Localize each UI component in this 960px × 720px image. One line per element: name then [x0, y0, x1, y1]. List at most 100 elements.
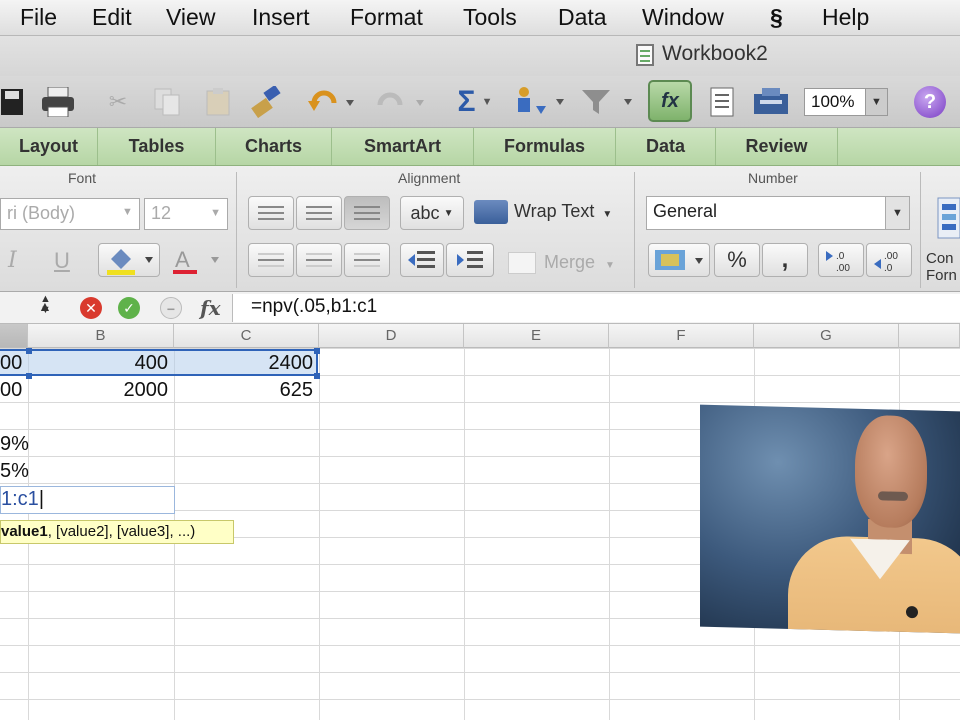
- menu-insert[interactable]: Insert: [252, 4, 310, 31]
- formula-builder-icon[interactable]: fx: [648, 80, 692, 122]
- accept-icon[interactable]: ✓: [118, 297, 140, 319]
- help-icon[interactable]: ?: [914, 86, 946, 118]
- menu-file[interactable]: File: [20, 4, 57, 31]
- align-middle-button[interactable]: [296, 196, 342, 230]
- editing-text: 1:c1: [1, 488, 39, 510]
- redo-icon[interactable]: [370, 84, 426, 120]
- active-cell-editor[interactable]: 1:c1|: [0, 486, 175, 514]
- text-orientation-button[interactable]: abc ▼: [400, 196, 464, 230]
- name-box-stepper-icon[interactable]: ▲ ▼: [40, 294, 51, 316]
- format-painter-icon[interactable]: [246, 84, 286, 120]
- menu-edit[interactable]: Edit: [92, 4, 132, 31]
- cell-c1[interactable]: 2400: [174, 350, 319, 376]
- tab-layout[interactable]: Layout: [0, 128, 98, 165]
- tooltip-active-arg[interactable]: value1: [1, 523, 48, 540]
- menu-data[interactable]: Data: [558, 4, 607, 31]
- cell-a1[interactable]: 00: [0, 350, 28, 376]
- toolbox-icon[interactable]: [750, 84, 792, 120]
- fill-color-button[interactable]: [98, 243, 160, 277]
- sort-icon[interactable]: [510, 84, 566, 120]
- decrease-indent-button[interactable]: [400, 243, 444, 277]
- merge-button[interactable]: Merge ▼: [508, 252, 615, 275]
- grid-line: [319, 348, 320, 720]
- conditional-formatting-icon[interactable]: [928, 196, 960, 239]
- cut-icon[interactable]: ✂: [98, 84, 138, 120]
- font-group-title: Font: [68, 170, 97, 186]
- cell-a2[interactable]: 00: [0, 377, 28, 403]
- formula-input[interactable]: =npv(.05,b1:c1: [232, 294, 960, 322]
- font-name-field[interactable]: ri (Body): [0, 198, 140, 230]
- grid-line: [464, 348, 465, 720]
- currency-format-button[interactable]: [648, 243, 710, 277]
- cell-a4[interactable]: 9%: [0, 431, 29, 457]
- decrease-decimal-button[interactable]: .0.00: [818, 243, 864, 277]
- align-left-button[interactable]: [248, 243, 294, 277]
- column-header-a[interactable]: [0, 324, 28, 348]
- svg-text:A: A: [175, 247, 190, 272]
- cell-b1[interactable]: 400: [28, 350, 174, 376]
- tab-tables[interactable]: Tables: [98, 128, 216, 165]
- copy-icon[interactable]: [148, 84, 188, 120]
- menu-view[interactable]: View: [166, 4, 215, 31]
- tab-data[interactable]: Data: [616, 128, 716, 165]
- function-tooltip: value1, [value2], [value3], ...): [0, 520, 234, 544]
- column-header-h[interactable]: [899, 324, 960, 348]
- zoom-value: 100%: [811, 92, 855, 111]
- cell-b2[interactable]: 2000: [28, 377, 174, 403]
- chevron-down-icon[interactable]: ▼: [120, 198, 140, 230]
- grid-line: [609, 348, 610, 720]
- cancel-icon[interactable]: ✕: [80, 297, 102, 319]
- align-center-button[interactable]: [296, 243, 342, 277]
- column-header-g[interactable]: G: [754, 324, 899, 348]
- align-top-button[interactable]: [248, 196, 294, 230]
- column-header-f[interactable]: F: [609, 324, 754, 348]
- wrap-text-button[interactable]: Wrap Text ▼: [474, 200, 612, 224]
- column-header-e[interactable]: E: [464, 324, 609, 348]
- chevron-down-icon[interactable]: ▼: [210, 207, 221, 219]
- gallery-icon[interactable]: [702, 84, 742, 120]
- merge-label: Merge: [544, 252, 596, 272]
- number-format-value: General: [653, 201, 718, 221]
- conditional-formatting-label[interactable]: Con Forn: [926, 250, 960, 284]
- menu-format[interactable]: Format: [350, 4, 423, 31]
- cell-a5[interactable]: 5%: [0, 458, 29, 484]
- cell-c2[interactable]: 625: [174, 377, 319, 403]
- ribbon-divider: [236, 172, 237, 288]
- align-right-button[interactable]: [344, 243, 390, 277]
- menu-tools[interactable]: Tools: [463, 4, 517, 31]
- column-header-c[interactable]: C: [174, 324, 319, 348]
- save-icon[interactable]: [0, 84, 26, 120]
- tab-smartart[interactable]: SmartArt: [332, 128, 474, 165]
- menu-help[interactable]: Help: [822, 4, 869, 31]
- menu-window[interactable]: Window: [642, 4, 724, 31]
- tab-charts[interactable]: Charts: [216, 128, 332, 165]
- increase-indent-button[interactable]: [446, 243, 494, 277]
- comma-style-button[interactable]: ,: [762, 243, 808, 277]
- paste-icon[interactable]: [198, 84, 238, 120]
- zoom-dropdown-icon[interactable]: ▼: [865, 89, 887, 115]
- tab-formulas[interactable]: Formulas: [474, 128, 616, 165]
- underline-button[interactable]: U: [54, 248, 70, 274]
- increase-decimal-button[interactable]: .00.0: [866, 243, 912, 277]
- number-format-field[interactable]: General ▼: [646, 196, 910, 230]
- undo-icon[interactable]: [306, 84, 356, 120]
- number-group-title: Number: [748, 170, 798, 186]
- script-icon[interactable]: §: [770, 4, 783, 31]
- percent-style-button[interactable]: %: [714, 243, 760, 277]
- zoom-select[interactable]: 100% ▼: [804, 88, 888, 116]
- tab-review[interactable]: Review: [716, 128, 838, 165]
- ribbon-tabs: Layout Tables Charts SmartArt Formulas D…: [0, 128, 960, 166]
- autosum-icon[interactable]: Σ ▼: [450, 84, 500, 120]
- font-color-button[interactable]: A: [164, 243, 226, 277]
- fx-icon[interactable]: fx: [200, 296, 221, 320]
- svg-text:.00: .00: [836, 263, 850, 273]
- print-icon[interactable]: [38, 84, 78, 120]
- function-wizard-icon[interactable]: −: [160, 297, 182, 319]
- column-header-b[interactable]: B: [28, 324, 174, 348]
- column-header-d[interactable]: D: [319, 324, 464, 348]
- align-bottom-button[interactable]: [344, 196, 390, 230]
- italic-button[interactable]: I: [8, 248, 17, 273]
- font-size-field[interactable]: 12 ▼: [144, 198, 228, 230]
- filter-icon[interactable]: [578, 84, 634, 120]
- chevron-down-icon[interactable]: ▼: [885, 197, 909, 229]
